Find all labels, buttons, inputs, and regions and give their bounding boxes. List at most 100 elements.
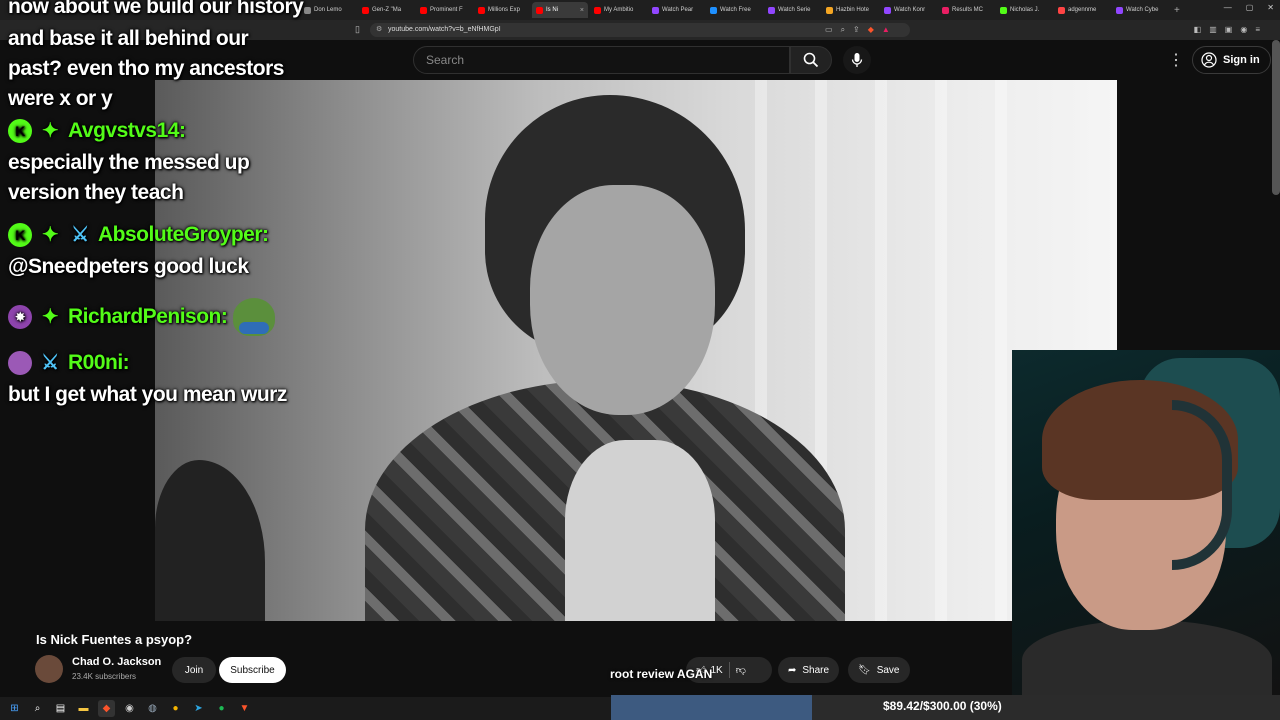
stream-caption: root review AGAN xyxy=(610,667,713,681)
k-badge-icon: K xyxy=(8,223,32,247)
join-button[interactable]: Join xyxy=(172,657,216,683)
more-options-icon[interactable]: ⋮ xyxy=(1168,50,1184,70)
browser-tab[interactable]: Watch Serie xyxy=(764,2,820,18)
steam-icon[interactable]: ◍ xyxy=(144,700,161,717)
obs-icon[interactable]: ◉ xyxy=(121,700,138,717)
chrome-icon[interactable]: ● xyxy=(167,700,184,717)
voice-search-button[interactable] xyxy=(843,46,871,74)
tab-label: My Ambitio xyxy=(604,7,634,13)
sign-in-label: Sign in xyxy=(1223,54,1260,66)
video-foreground-object xyxy=(155,460,265,621)
tab-favicon-icon xyxy=(1058,6,1065,14)
share-button[interactable]: ➦ Share xyxy=(778,657,840,683)
browser-tab[interactable]: Watch Pear xyxy=(648,2,704,18)
maximize-icon[interactable]: ▢ xyxy=(1246,3,1254,12)
chat-username: AbsoluteGroyper: xyxy=(98,223,269,246)
star-badge-icon: ✦ xyxy=(41,120,59,142)
browser-tab[interactable]: Prominent F xyxy=(416,2,472,18)
subscribe-button[interactable]: Subscribe xyxy=(219,657,286,683)
spotify-icon[interactable]: ● xyxy=(213,700,230,717)
url-text: youtube.com/watch?v=b_eNfHMGpI xyxy=(388,26,501,33)
sword-badge-icon: ⚔ xyxy=(41,352,59,374)
zoom-icon[interactable]: ⌕ xyxy=(841,25,845,35)
save-button[interactable]: 🔖︎ Save xyxy=(848,657,910,683)
tab-label: Prominent F xyxy=(430,7,463,13)
donation-goal-fill xyxy=(611,695,812,720)
minimize-icon[interactable]: — xyxy=(1224,3,1232,12)
close-tab-icon[interactable]: × xyxy=(580,7,584,14)
video-player[interactable] xyxy=(155,80,1117,621)
tab-label: Watch Cybe xyxy=(1126,7,1159,13)
browser-tab[interactable]: Watch Konr xyxy=(880,2,936,18)
search-button[interactable] xyxy=(790,46,832,74)
wallet-icon[interactable]: ▣ xyxy=(1225,25,1233,34)
rewards-icon[interactable]: ▲ xyxy=(882,25,890,35)
tab-label: Millions Exp xyxy=(488,7,521,13)
sword-badge-icon: ⚔ xyxy=(71,224,89,246)
tab-favicon-icon xyxy=(1116,6,1123,14)
channel-name[interactable]: Chad O. Jackson xyxy=(72,656,161,668)
search-input[interactable]: Search xyxy=(413,46,790,74)
telegram-icon[interactable]: ➤ xyxy=(190,700,207,717)
browser-tab[interactable]: My Ambitio xyxy=(590,2,646,18)
chat-username: Avgvstvs14: xyxy=(68,119,186,142)
tab-label: adgennme xyxy=(1068,7,1097,13)
share-label: Share xyxy=(802,664,830,676)
page-scrollbar[interactable] xyxy=(1272,40,1280,195)
channel-avatar[interactable] xyxy=(35,655,63,683)
window-blind xyxy=(995,80,1007,621)
sign-in-button[interactable]: Sign in xyxy=(1192,46,1271,74)
tab-label: Is Ni xyxy=(546,7,558,13)
cast-icon[interactable]: ▭ xyxy=(825,25,833,35)
chat-username-row: ✸ ✦ RichardPenison: xyxy=(8,298,276,336)
k-badge-icon: K xyxy=(8,119,32,143)
brave-browser-icon[interactable]: ◆ xyxy=(98,700,115,717)
share-page-icon[interactable]: ⇪ xyxy=(853,25,860,35)
browser-tab[interactable]: Gen-Z "Ma xyxy=(358,2,414,18)
subscriber-count: 23.4K subscribers xyxy=(72,672,137,681)
file-explorer-icon[interactable]: ▬ xyxy=(75,700,92,717)
search-icon xyxy=(803,52,819,68)
microphone-icon xyxy=(851,53,863,67)
tab-label: Gen-Z "Ma xyxy=(372,7,402,13)
tab-label: Watch Free xyxy=(720,7,751,13)
brave-icon[interactable]: ▼ xyxy=(236,700,253,717)
browser-tab[interactable]: Watch Cybe xyxy=(1112,2,1168,18)
chat-username-row: K ✦ Avgvstvs14: xyxy=(8,116,186,146)
tab-favicon-icon xyxy=(420,6,427,14)
chat-message: especially the messed up xyxy=(8,151,250,174)
browser-tab[interactable]: Don Lemo xyxy=(300,2,356,18)
tab-label: Don Lemo xyxy=(314,7,342,13)
browser-tab[interactable]: Nicholas J. xyxy=(996,2,1052,18)
video-person-face xyxy=(530,185,715,415)
browser-tab[interactable]: Watch Free xyxy=(706,2,762,18)
tab-favicon-icon xyxy=(478,6,485,14)
tab-favicon-icon xyxy=(536,6,543,14)
taskbar-search-icon[interactable]: ⌕ xyxy=(29,700,46,717)
tab-label: Watch Pear xyxy=(662,7,694,13)
share-icon: ➦ xyxy=(788,664,797,676)
browser-tab[interactable]: adgennme xyxy=(1054,2,1110,18)
search-placeholder: Search xyxy=(426,53,465,67)
donation-goal-text: $89.42/$300.00 (30%) xyxy=(883,699,1002,713)
windows-start-icon[interactable]: ⊞ xyxy=(6,700,23,717)
new-tab-icon[interactable]: + xyxy=(1174,5,1180,16)
bookmark-icon[interactable]: ▯ xyxy=(355,24,360,35)
task-view-icon[interactable]: ▤ xyxy=(52,700,69,717)
vpn-icon[interactable]: ◉ xyxy=(1240,25,1247,34)
browser-tab[interactable]: Results MC xyxy=(938,2,994,18)
extension-icon[interactable]: ◧ xyxy=(1194,25,1202,34)
tab-favicon-icon xyxy=(1000,6,1007,14)
brave-shield-icon[interactable]: ◆ xyxy=(868,25,874,35)
browser-tab[interactable]: Hazbin Hote xyxy=(822,2,878,18)
dislike-button[interactable]: 👎︎ xyxy=(736,664,746,676)
sidebar-icon[interactable]: ▥ xyxy=(1209,25,1217,34)
tab-favicon-icon xyxy=(942,6,949,14)
window-blind xyxy=(935,80,947,621)
address-actions: ▭ ⌕ ⇪ ◆ ▲ xyxy=(825,25,890,35)
browser-tab[interactable]: Is Ni × xyxy=(532,2,588,18)
menu-icon[interactable]: ≡ xyxy=(1255,25,1260,34)
site-info-icon[interactable]: ⚙ xyxy=(376,23,382,37)
browser-tab[interactable]: Millions Exp xyxy=(474,2,530,18)
close-window-icon[interactable]: ✕ xyxy=(1267,3,1274,12)
